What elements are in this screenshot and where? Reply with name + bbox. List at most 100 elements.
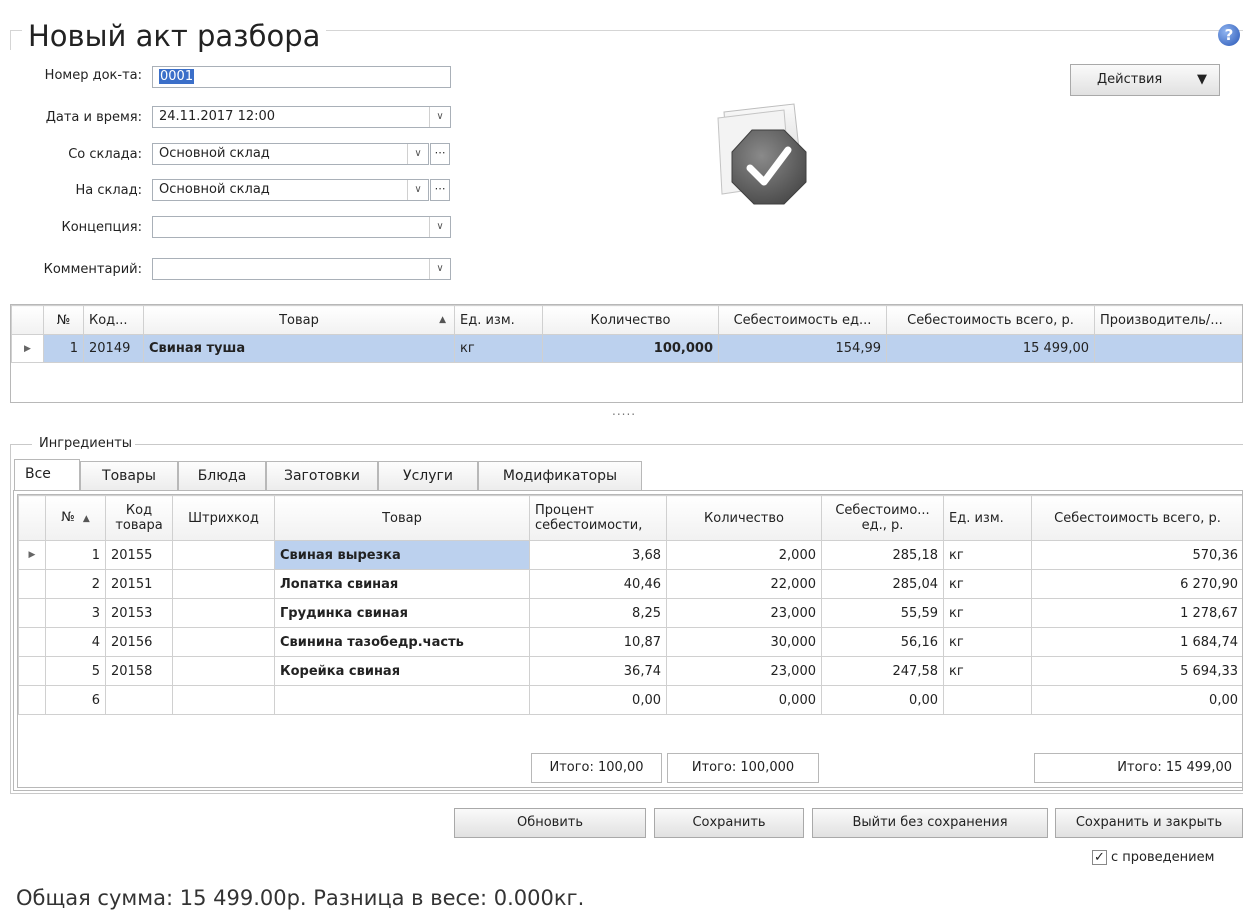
from-store-select[interactable]: Основной склад ∨ ⋯ xyxy=(152,143,429,165)
splitter-handle[interactable]: ..... xyxy=(612,404,636,418)
col-unit-cost[interactable]: Себестоимо... ед., р. xyxy=(822,496,944,541)
cell-percent: 40,46 xyxy=(530,570,667,599)
row-pointer-cell xyxy=(19,570,46,599)
group-frame-top-right xyxy=(130,444,1243,445)
save-and-close-button[interactable]: Сохранить и закрыть xyxy=(1055,808,1243,838)
chevron-down-icon[interactable]: ∨ xyxy=(407,180,428,200)
doc-number-label: Номер док-та: xyxy=(22,68,142,83)
col-code-line1: Код xyxy=(111,503,167,518)
concept-label: Концепция: xyxy=(22,220,142,235)
col-maker[interactable]: Производитель/... xyxy=(1095,306,1243,335)
cell-qty: 30,000 xyxy=(667,628,822,657)
col-qty[interactable]: Количество xyxy=(667,496,822,541)
cell-num: 1 xyxy=(46,541,106,570)
tab-preparations[interactable]: Заготовки xyxy=(266,461,378,491)
help-icon[interactable]: ? xyxy=(1218,24,1240,46)
caret-down-icon: ▼ xyxy=(1197,65,1207,95)
cell-num: 6 xyxy=(46,686,106,715)
col-percent-line1: Процент xyxy=(535,503,661,518)
actions-button-label: Действия xyxy=(1097,72,1162,87)
post-checkbox[interactable]: ✓ xyxy=(1092,850,1107,865)
to-store-select[interactable]: Основной склад ∨ ⋯ xyxy=(152,179,429,201)
cell-qty: 22,000 xyxy=(667,570,822,599)
chevron-down-icon[interactable]: ∨ xyxy=(429,107,450,127)
col-num[interactable]: № xyxy=(44,306,84,335)
row-indicator-header xyxy=(19,496,46,541)
cell-code: 20156 xyxy=(106,628,173,657)
table-row[interactable]: ▶ 1 20155 Свиная вырезка 3,68 2,000 285,… xyxy=(19,541,1243,570)
cell-barcode xyxy=(173,686,275,715)
tab-goods[interactable]: Товары xyxy=(80,461,178,491)
title-frame-left xyxy=(10,30,11,50)
table-row[interactable]: 5 20158 Корейка свиная 36,74 23,000 247,… xyxy=(19,657,1243,686)
row-indicator-header xyxy=(12,306,44,335)
exit-without-saving-button[interactable]: Выйти без сохранения xyxy=(812,808,1048,838)
tab-services[interactable]: Услуги xyxy=(378,461,478,491)
cell-unit: кг xyxy=(944,657,1032,686)
tab-dishes[interactable]: Блюда xyxy=(178,461,266,491)
total-percent: Итого: 100,00 xyxy=(531,753,662,783)
row-pointer-icon: ▶ xyxy=(19,541,46,570)
col-unit[interactable]: Ед. изм. xyxy=(455,306,543,335)
cell-qty: 23,000 xyxy=(667,599,822,628)
concept-select[interactable]: ∨ xyxy=(152,216,451,238)
footer-summary: Общая сумма: 15 499.00р. Разница в весе:… xyxy=(16,886,584,910)
cell-product[interactable]: Корейка свиная xyxy=(275,657,530,686)
cell-total: 6 270,90 xyxy=(1032,570,1243,599)
cell-total: 5 694,33 xyxy=(1032,657,1243,686)
cell-code: 20153 xyxy=(106,599,173,628)
actions-button[interactable]: Действия ▼ xyxy=(1070,64,1220,96)
table-row[interactable]: ▶ 1 20149 Свиная туша кг 100,000 154,99 … xyxy=(12,335,1243,363)
cell-percent: 8,25 xyxy=(530,599,667,628)
col-num-label: № xyxy=(61,510,75,525)
cell-percent: 3,68 xyxy=(530,541,667,570)
to-store-label: На склад: xyxy=(22,183,142,198)
main-table: № Код... Товар ▲ Ед. изм. Количество Себ… xyxy=(11,305,1243,363)
cell-qty: 2,000 xyxy=(667,541,822,570)
cell-product[interactable]: Свиная вырезка xyxy=(275,541,530,570)
table-row[interactable]: 3 20153 Грудинка свиная 8,25 23,000 55,5… xyxy=(19,599,1243,628)
cell-total: 1 278,67 xyxy=(1032,599,1243,628)
cell-product[interactable]: Лопатка свиная xyxy=(275,570,530,599)
save-button[interactable]: Сохранить xyxy=(654,808,804,838)
col-qty[interactable]: Количество xyxy=(543,306,719,335)
col-percent[interactable]: Процент себестоимости, xyxy=(530,496,667,541)
col-total[interactable]: Себестоимость всего, р. xyxy=(1032,496,1243,541)
tab-all[interactable]: Все xyxy=(14,459,80,491)
main-table-container: № Код... Товар ▲ Ед. изм. Количество Себ… xyxy=(10,304,1243,403)
cell-code: 20151 xyxy=(106,570,173,599)
more-icon[interactable]: ⋯ xyxy=(430,179,450,201)
col-unit[interactable]: Ед. изм. xyxy=(944,496,1032,541)
col-product[interactable]: Товар xyxy=(275,496,530,541)
cell-maker xyxy=(1095,335,1243,363)
chevron-down-icon[interactable]: ∨ xyxy=(407,144,428,164)
datetime-field[interactable]: 24.11.2017 12:00 ∨ xyxy=(152,106,451,128)
cell-code xyxy=(106,686,173,715)
comment-select[interactable]: ∨ xyxy=(152,258,451,280)
cell-product[interactable]: Грудинка свиная xyxy=(275,599,530,628)
more-icon[interactable]: ⋯ xyxy=(430,143,450,165)
cell-product[interactable]: Свинина тазобедр.часть xyxy=(275,628,530,657)
refresh-button[interactable]: Обновить xyxy=(454,808,646,838)
table-row[interactable]: 6 0,00 0,000 0,00 0,00 xyxy=(19,686,1243,715)
comment-label: Комментарий: xyxy=(22,262,142,277)
chevron-down-icon[interactable]: ∨ xyxy=(429,217,450,237)
row-pointer-cell xyxy=(19,657,46,686)
cell-unit-cost: 0,00 xyxy=(822,686,944,715)
table-row[interactable]: 4 20156 Свинина тазобедр.часть 10,87 30,… xyxy=(19,628,1243,657)
cell-product[interactable] xyxy=(275,686,530,715)
col-num[interactable]: № ▲ xyxy=(46,496,106,541)
col-total-cost[interactable]: Себестоимость всего, р. xyxy=(887,306,1095,335)
chevron-down-icon[interactable]: ∨ xyxy=(429,259,450,279)
cell-unit xyxy=(944,686,1032,715)
col-code[interactable]: Код... xyxy=(84,306,144,335)
col-code[interactable]: Код товара xyxy=(106,496,173,541)
doc-number-input[interactable]: 0001 xyxy=(152,66,451,88)
col-unit-cost[interactable]: Себестоимость ед... xyxy=(719,306,887,335)
col-product[interactable]: Товар ▲ xyxy=(144,306,455,335)
doc-number-value: 0001 xyxy=(159,69,194,84)
table-row[interactable]: 2 20151 Лопатка свиная 40,46 22,000 285,… xyxy=(19,570,1243,599)
tab-modifiers[interactable]: Модификаторы xyxy=(478,461,642,491)
col-barcode[interactable]: Штрихкод xyxy=(173,496,275,541)
cell-percent: 0,00 xyxy=(530,686,667,715)
